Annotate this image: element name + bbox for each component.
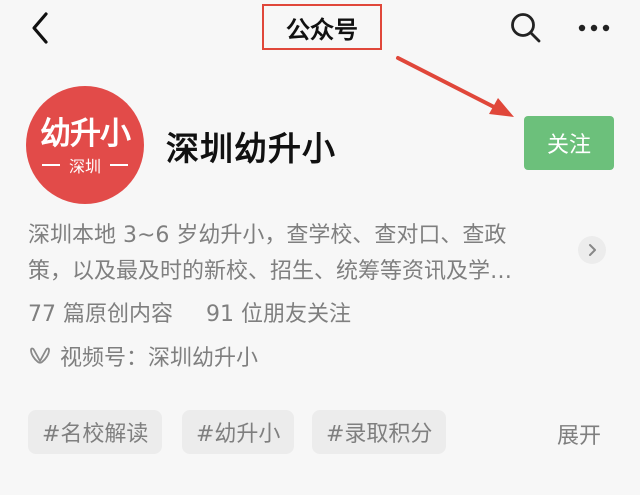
account-stats: 77 篇原创内容 91 位朋友关注: [28, 296, 351, 328]
back-icon[interactable]: [22, 8, 62, 48]
search-icon[interactable]: [506, 8, 546, 48]
friends-following-count[interactable]: 91 位朋友关注: [206, 302, 351, 327]
video-channel-label: 视频号：深圳幼升小: [60, 346, 259, 371]
account-description[interactable]: 深圳本地 3~6 岁幼升小，查学校、查对口、查政 策，以及最及时的新校、招生、统…: [28, 218, 576, 290]
description-line: 策，以及最及时的新校、招生、统筹等资讯及学…: [28, 259, 513, 284]
chevron-right-icon[interactable]: [578, 236, 606, 264]
account-name: 深圳幼升小: [166, 129, 336, 168]
more-icon[interactable]: [572, 8, 616, 48]
follow-button[interactable]: 关注: [524, 116, 614, 170]
expand-tags-button[interactable]: 展开: [557, 418, 601, 450]
video-channel-icon: [30, 347, 50, 364]
tag-chip[interactable]: #名校解读: [28, 410, 163, 454]
description-line: 深圳本地 3~6 岁幼升小，查学校、查对口、查政: [28, 223, 507, 248]
tag-chip[interactable]: #幼升小: [182, 410, 295, 454]
tag-chip[interactable]: #录取积分: [312, 410, 447, 454]
avatar-divider: [110, 164, 128, 166]
account-avatar[interactable]: 幼升小 深圳: [26, 86, 144, 204]
top-bar: 公众号: [0, 0, 640, 60]
avatar-logo-text: 幼升小: [40, 116, 131, 152]
original-count: 77 篇原创内容: [28, 302, 173, 327]
page-title: 公众号: [262, 4, 382, 50]
video-channel-link[interactable]: 视频号：深圳幼升小: [28, 340, 258, 372]
